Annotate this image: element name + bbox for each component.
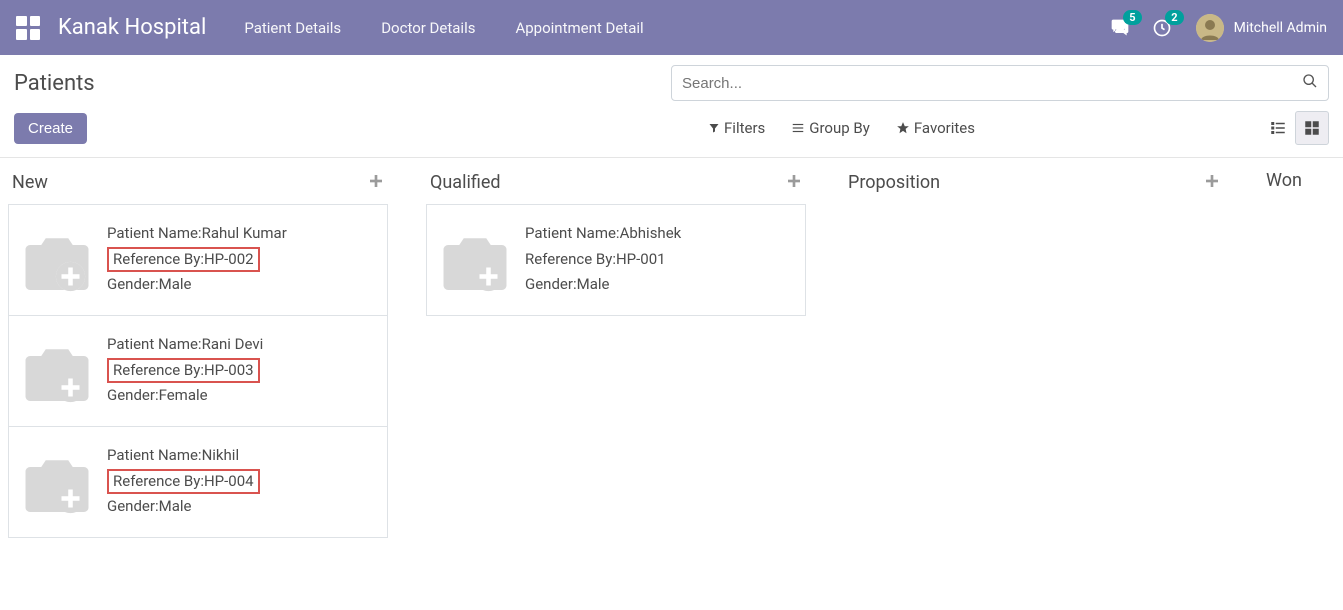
view-kanban-button[interactable] [1295, 111, 1329, 145]
messages-button[interactable]: 5 [1110, 18, 1130, 38]
camera-placeholder-icon [21, 338, 93, 410]
value-patient-name: Nikhil [202, 446, 240, 464]
groupby-dropdown[interactable]: Group By [791, 119, 870, 137]
label-gender: Gender: [107, 275, 159, 293]
label-reference-by: Reference By: [113, 250, 204, 268]
label-reference-by: Reference By: [525, 250, 616, 268]
nav-link-appointment-detail[interactable]: Appointment Detail [515, 19, 643, 37]
list-icon [791, 121, 805, 135]
value-gender: Male [159, 497, 192, 515]
label-reference-by: Reference By: [113, 472, 204, 490]
avatar [1196, 14, 1224, 42]
label-patient-name: Patient Name: [107, 446, 202, 464]
apps-icon[interactable] [16, 16, 40, 40]
activities-badge: 2 [1165, 10, 1183, 25]
camera-placeholder-icon [439, 227, 511, 299]
star-icon [896, 121, 910, 135]
value-patient-name: Rani Devi [202, 335, 264, 353]
nav-link-doctor-details[interactable]: Doctor Details [381, 19, 475, 37]
kanban-view-icon [1303, 119, 1321, 137]
kanban-column-new: New Patient Name:Rahul Kumar Reference B… [8, 170, 388, 537]
value-patient-name: Rahul Kumar [202, 224, 287, 242]
plus-icon [786, 173, 802, 189]
create-button[interactable]: Create [14, 113, 87, 144]
kanban-card[interactable]: Patient Name:Nikhil Reference By:HP-004 … [8, 426, 388, 538]
value-reference-by: HP-003 [204, 361, 254, 379]
kanban-column-proposition: Proposition [844, 170, 1224, 204]
top-navbar: Kanak Hospital Patient Details Doctor De… [0, 0, 1343, 55]
label-gender: Gender: [525, 275, 577, 293]
user-menu[interactable]: Mitchell Admin [1196, 14, 1327, 42]
control-panel: Patients Create Filters Group By Favo [0, 55, 1343, 158]
value-patient-name: Abhishek [620, 224, 682, 242]
nav-link-patient-details[interactable]: Patient Details [244, 19, 341, 37]
column-title: Qualified [430, 172, 501, 193]
label-patient-name: Patient Name: [107, 335, 202, 353]
value-gender: Male [577, 275, 610, 293]
label-patient-name: Patient Name: [525, 224, 620, 242]
favorites-dropdown[interactable]: Favorites [896, 119, 975, 137]
kanban-card[interactable]: Patient Name:Abhishek Reference By:HP-00… [426, 204, 806, 316]
messages-badge: 5 [1123, 10, 1141, 25]
column-add-button[interactable] [368, 170, 384, 194]
camera-placeholder-icon [21, 227, 93, 299]
page-title: Patients [14, 71, 95, 96]
activities-button[interactable]: 2 [1152, 18, 1172, 38]
label-reference-by: Reference By: [113, 361, 204, 379]
kanban-board: New Patient Name:Rahul Kumar Reference B… [0, 158, 1343, 549]
filters-dropdown[interactable]: Filters [708, 119, 765, 137]
kanban-column-qualified: Qualified Patient Name:Abhishek Referenc… [426, 170, 806, 315]
list-view-icon [1269, 119, 1287, 137]
value-gender: Male [159, 275, 192, 293]
label-patient-name: Patient Name: [107, 224, 202, 242]
column-title: Proposition [848, 172, 940, 193]
kanban-column-won: Won [1262, 170, 1342, 201]
search-icon[interactable] [1302, 73, 1318, 93]
plus-icon [1204, 173, 1220, 189]
value-reference-by: HP-002 [204, 250, 254, 268]
search-input[interactable] [682, 75, 1302, 92]
brand-title[interactable]: Kanak Hospital [58, 15, 206, 40]
column-add-button[interactable] [786, 170, 802, 194]
label-gender: Gender: [107, 386, 159, 404]
view-list-button[interactable] [1261, 111, 1295, 145]
column-title: Won [1266, 170, 1302, 191]
kanban-card[interactable]: Patient Name:Rahul Kumar Reference By:HP… [8, 204, 388, 316]
label-gender: Gender: [107, 497, 159, 515]
column-add-button[interactable] [1204, 170, 1220, 194]
value-reference-by: HP-001 [616, 250, 666, 268]
kanban-card[interactable]: Patient Name:Rani Devi Reference By:HP-0… [8, 315, 388, 427]
camera-placeholder-icon [21, 449, 93, 521]
plus-icon [368, 173, 384, 189]
value-reference-by: HP-004 [204, 472, 254, 490]
value-gender: Female [159, 386, 208, 404]
search-box[interactable] [671, 65, 1329, 101]
column-title: New [12, 172, 48, 193]
user-name: Mitchell Admin [1234, 20, 1327, 36]
funnel-icon [708, 122, 720, 134]
